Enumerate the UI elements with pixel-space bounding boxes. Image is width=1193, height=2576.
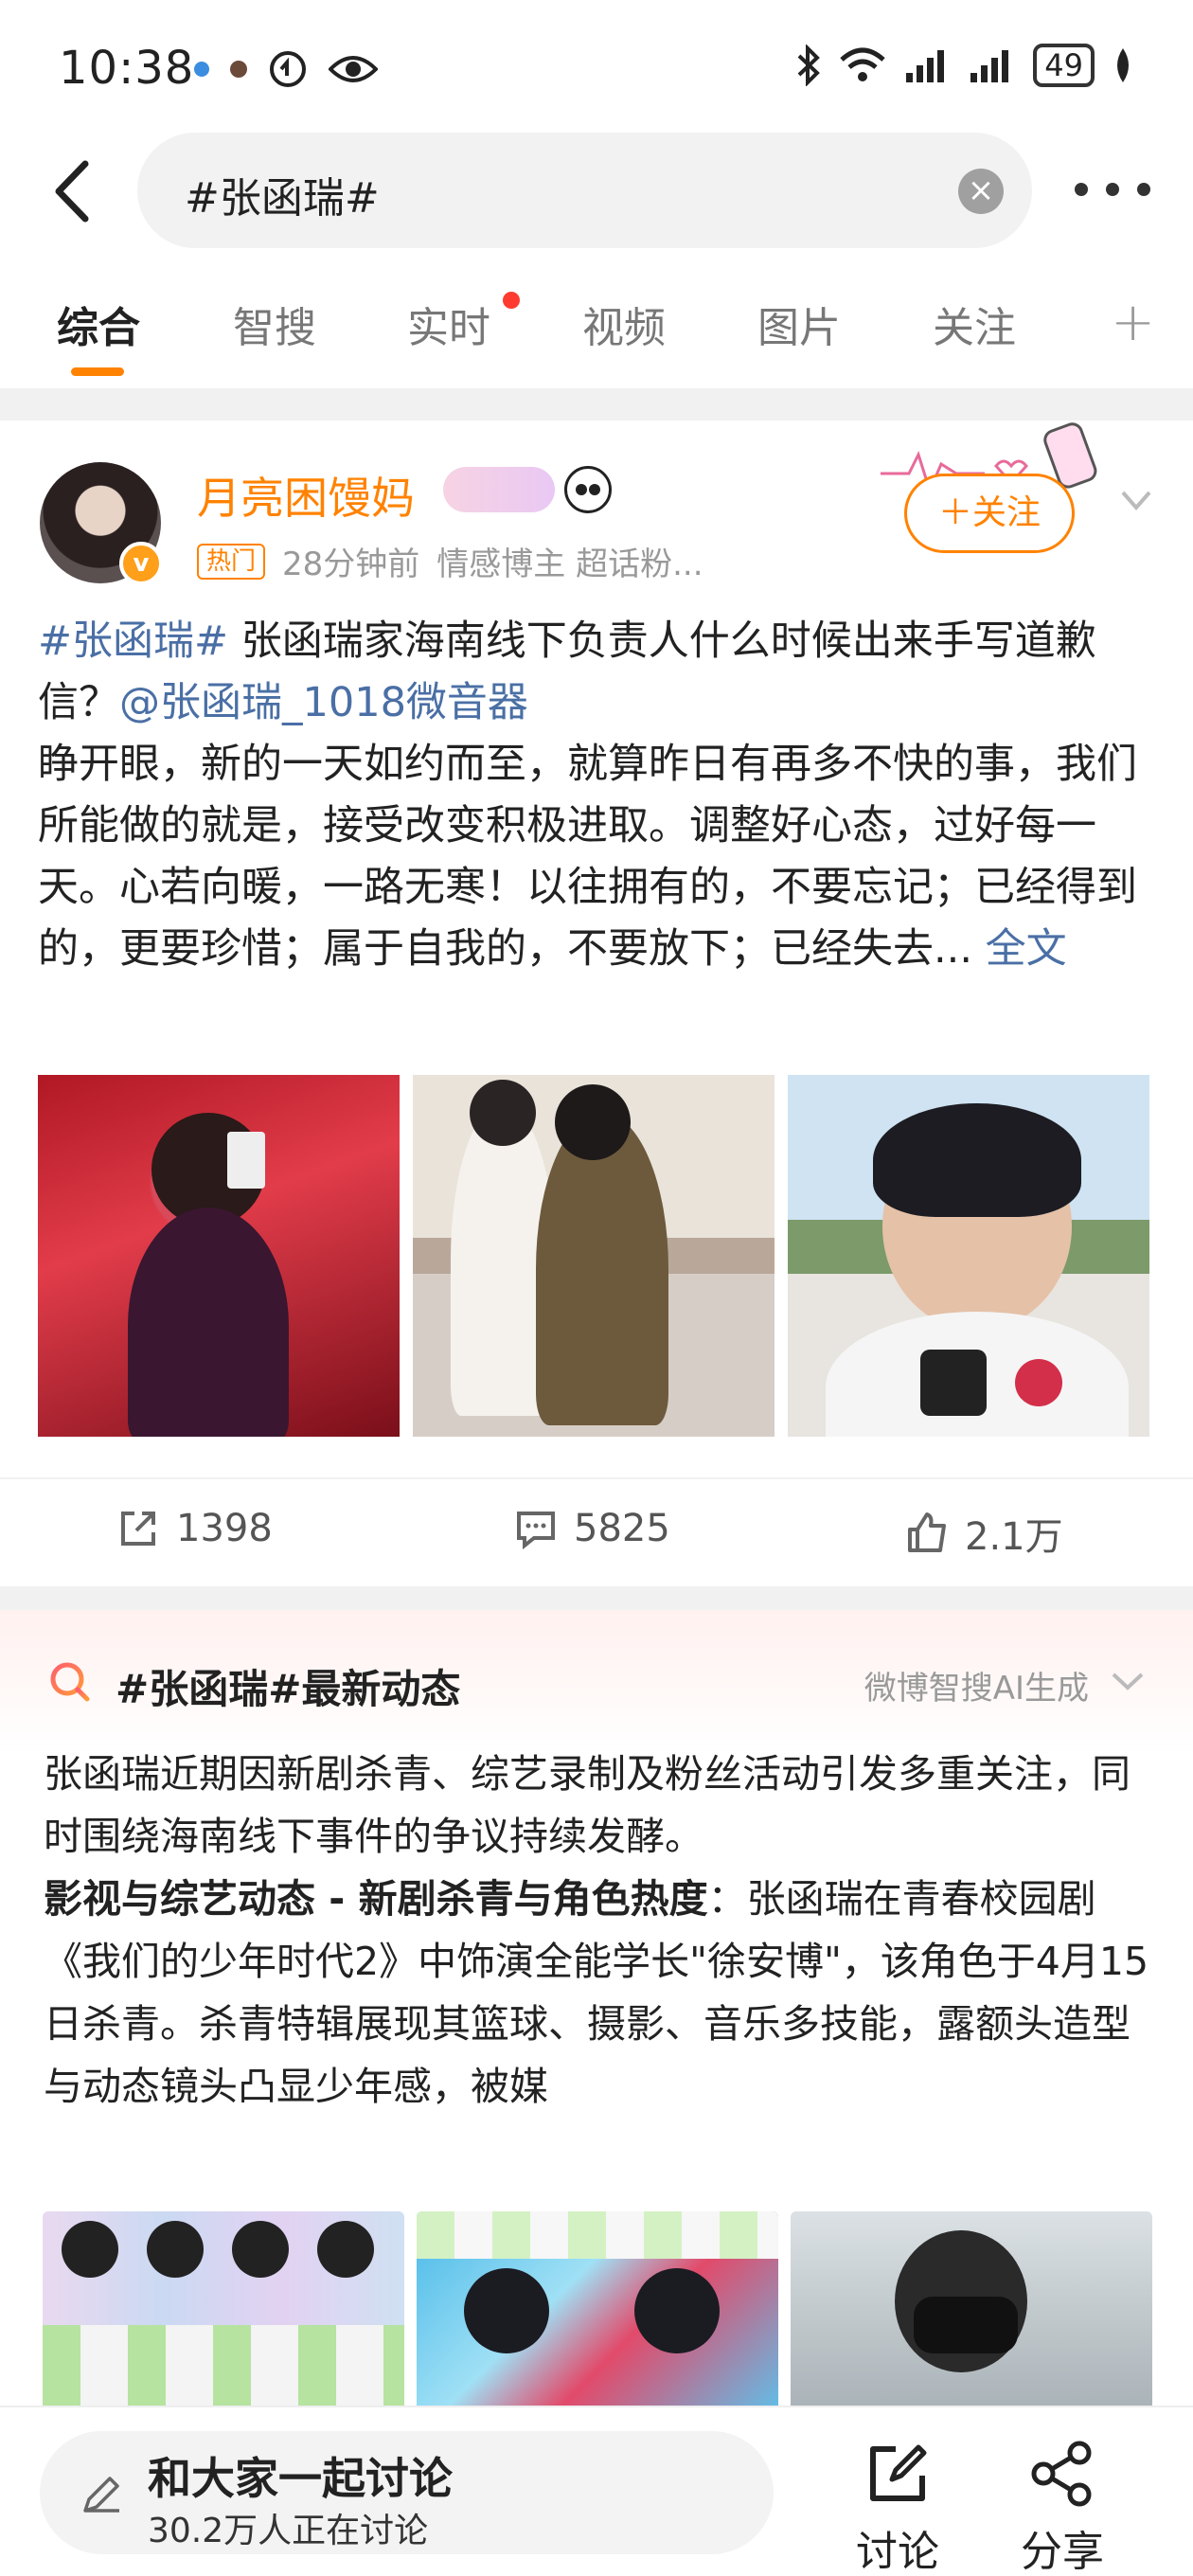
- discuss-label: 讨论: [856, 2528, 939, 2576]
- search-header: #张函瑞# ×: [0, 133, 1193, 251]
- post-content: #张函瑞# 张函瑞家海南线下负责人什么时候出来手写道歉信？@张函瑞_1018微音…: [38, 611, 1155, 980]
- pencil-icon: [83, 2477, 119, 2513]
- share-label: 分享: [1021, 2528, 1104, 2576]
- ai-search-icon: [50, 1662, 90, 1702]
- post-username[interactable]: 月亮困馒妈: [197, 464, 415, 527]
- realtime-red-dot: [503, 292, 520, 309]
- back-arrow-icon[interactable]: [45, 156, 102, 227]
- comment-count: 5825: [574, 1507, 670, 1550]
- tab-pictures[interactable]: 图片: [757, 294, 841, 354]
- summary-image-1[interactable]: [43, 2211, 404, 2415]
- post-mention[interactable]: @张函瑞_1018微音器: [119, 679, 528, 726]
- search-input[interactable]: #张函瑞# ×: [137, 133, 1032, 248]
- section-divider-2: [0, 1586, 1193, 1611]
- clear-search-button[interactable]: ×: [958, 169, 1004, 214]
- hot-tag: 热门: [197, 543, 266, 580]
- post-image-3[interactable]: [788, 1075, 1149, 1437]
- tab-following[interactable]: 关注: [933, 294, 1016, 354]
- post-meta: 热门 28分钟前 情感博主 超话粉...: [197, 538, 703, 584]
- post-time: 28分钟前: [282, 546, 420, 583]
- discussion-title: 和大家一起讨论: [148, 2453, 453, 2504]
- ai-intro: 张函瑞近期因新剧杀青、综艺录制及粉丝活动引发多重关注，同时围绕海南线下事件的争议…: [44, 1751, 1131, 1859]
- avatar-notification-icon: [230, 61, 247, 78]
- tab-bar: 综合 智搜 实时 视频 图片 关注 +: [0, 275, 1193, 388]
- summary-image-2[interactable]: [417, 2211, 778, 2415]
- share-icon: [1031, 2441, 1092, 2507]
- more-options-icon[interactable]: [1075, 175, 1150, 204]
- edit-icon: [870, 2444, 927, 2501]
- ai-summary-title[interactable]: #张函瑞#最新动态: [116, 1657, 460, 1715]
- ai-summary-body: 张函瑞近期因新剧杀青、综艺录制及粉丝活动引发多重关注，同时围绕海南线下事件的争议…: [44, 1743, 1151, 2118]
- notification-icons: [194, 49, 378, 89]
- tab-smart-search[interactable]: 智搜: [233, 294, 316, 354]
- chevron-down-icon[interactable]: [1110, 1667, 1146, 1695]
- sync-icon: [270, 51, 306, 87]
- bluetooth-icon: [797, 45, 821, 86]
- fan-level-badge: [443, 467, 555, 512]
- chevron-down-icon[interactable]: [1117, 481, 1155, 519]
- post-actions: 1398 5825 2.1万: [0, 1477, 1193, 1586]
- user-role: 情感博主 超话粉...: [436, 546, 703, 583]
- comment-icon: [517, 1512, 555, 1550]
- follow-button[interactable]: ＋关注: [904, 474, 1075, 553]
- summary-image-3[interactable]: [791, 2211, 1152, 2415]
- discussion-count: 30.2万人正在讨论: [148, 2512, 429, 2550]
- verified-badge-icon: v: [119, 542, 163, 585]
- active-tab-indicator: [71, 367, 124, 376]
- repost-button[interactable]: 1398: [116, 1506, 273, 1551]
- user-badges: [443, 466, 612, 513]
- panda-icon: [564, 466, 612, 513]
- like-count: 2.1万: [965, 1515, 1063, 1559]
- post-image-2[interactable]: [413, 1075, 775, 1437]
- system-icons: 49: [796, 44, 1134, 87]
- eye-icon: [329, 56, 378, 82]
- repost-icon: [121, 1512, 155, 1546]
- comment-button[interactable]: 5825: [513, 1506, 670, 1551]
- leaf-icon: [1117, 48, 1129, 82]
- tab-realtime[interactable]: 实时: [407, 294, 490, 354]
- like-button[interactable]: 2.1万: [904, 1506, 1063, 1561]
- tab-video[interactable]: 视频: [582, 294, 666, 354]
- add-tab-icon[interactable]: +: [1111, 292, 1155, 353]
- signal-icon-2: [970, 50, 1009, 82]
- bottom-bar: 和大家一起讨论 30.2万人正在讨论 讨论 分享: [0, 2406, 1193, 2576]
- battery-indicator: 49: [1033, 44, 1095, 87]
- clock: 10:38: [59, 42, 195, 95]
- discussion-entry[interactable]: 和大家一起讨论 30.2万人正在讨论: [40, 2431, 774, 2554]
- status-bar: 10:38 49: [0, 0, 1193, 133]
- app-notification-icon: [194, 62, 209, 77]
- tab-comprehensive[interactable]: 综合: [57, 294, 140, 354]
- section-divider: [0, 388, 1193, 420]
- search-query: #张函瑞#: [185, 174, 380, 223]
- post-hashtag[interactable]: #张函瑞#: [38, 617, 228, 665]
- discuss-button[interactable]: 讨论: [841, 2438, 954, 2576]
- share-button[interactable]: 分享: [1006, 2438, 1119, 2576]
- read-full-link[interactable]: 全文: [972, 925, 1067, 973]
- post-image-1[interactable]: [38, 1075, 400, 1437]
- repost-count: 1398: [176, 1507, 273, 1550]
- thumbs-up-icon: [908, 1512, 946, 1552]
- signal-icon: [906, 50, 945, 82]
- ai-section-title: 影视与综艺动态 - 新剧杀青与角色热度: [44, 1876, 708, 1922]
- ai-source-label: 微博智搜AI生成: [864, 1670, 1089, 1708]
- wifi-icon: [840, 47, 885, 81]
